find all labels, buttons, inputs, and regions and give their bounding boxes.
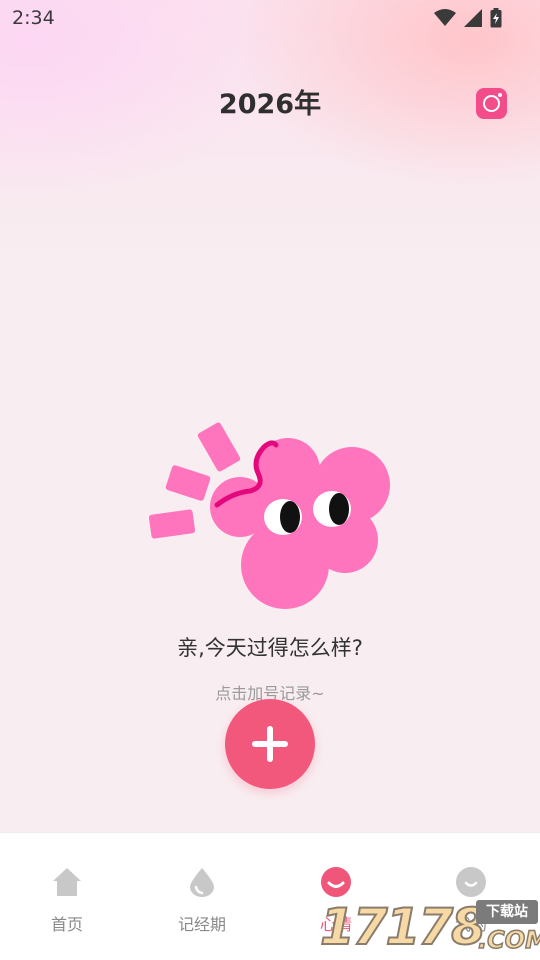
camera-icon[interactable] (476, 88, 507, 119)
add-mood-button[interactable] (225, 699, 315, 789)
tab-home[interactable]: 首页 (17, 833, 117, 960)
drop-icon (190, 868, 214, 897)
status-time: 2:34 (12, 7, 55, 29)
signal-icon (464, 9, 482, 27)
watermark-number: 17178 (319, 898, 487, 956)
profile-icon (456, 867, 486, 897)
tab-home-label: 首页 (50, 915, 83, 934)
watermark-logo: 17178 下载站 .COM (316, 896, 540, 960)
tab-period-label: 记经期 (177, 915, 226, 934)
page-title: 2026年 (218, 89, 322, 120)
home-icon (53, 868, 81, 896)
status-icons (434, 8, 502, 28)
status-bar: 2:34 (0, 0, 540, 36)
mood-prompt: 亲,今天过得怎么样? (177, 636, 363, 660)
wifi-icon (434, 9, 456, 26)
tab-period[interactable]: 记经期 (152, 833, 252, 960)
flower-mascot-illustration (148, 422, 390, 609)
watermark-domain: .COM (477, 926, 540, 954)
watermark-tag: 下载站 (476, 900, 538, 924)
battery-icon (490, 8, 502, 28)
smile-icon (321, 867, 351, 897)
